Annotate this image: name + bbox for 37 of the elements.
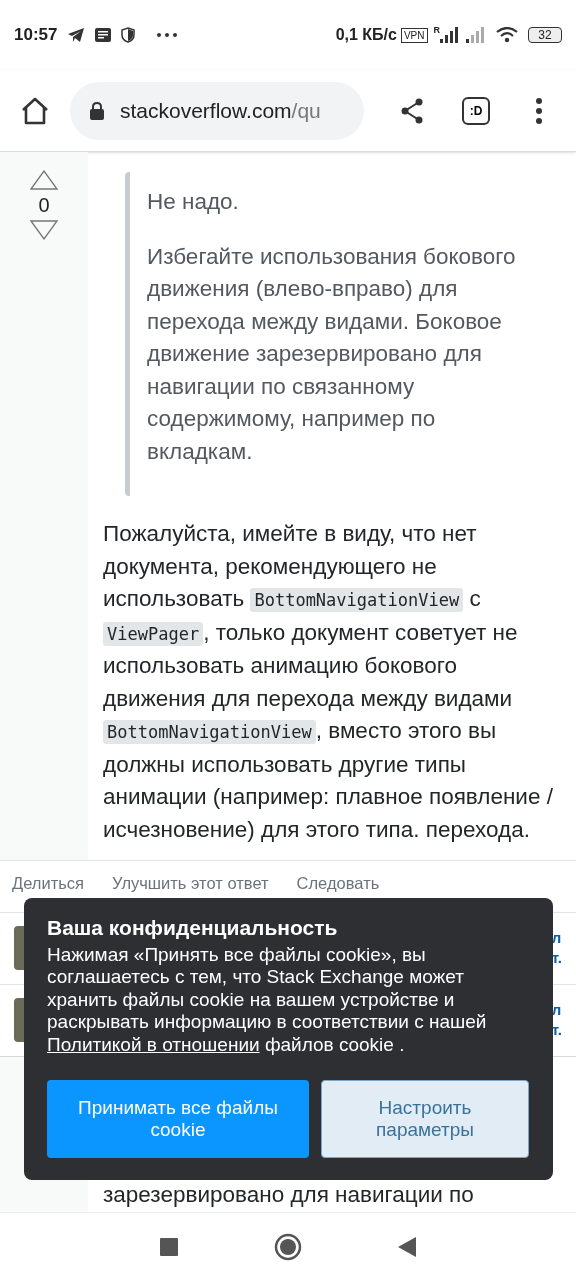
privacy-policy-link[interactable]: Политикой в отношении <box>47 1033 260 1055</box>
network-speed: 0,1 КБ/с <box>335 25 397 45</box>
home-icon[interactable] <box>274 1232 302 1261</box>
answer-text: зарезервировано для навигации по <box>103 1182 474 1208</box>
tab-switcher-button[interactable]: :D <box>462 96 490 125</box>
roaming-label: R <box>433 24 440 37</box>
status-time: 10:57 <box>14 24 58 47</box>
answer-paragraph: Пожалуйста, имейте в виду, что нет документа, рекомендующего не использовать BottomNavigationView с ViewPager , только документ советует не использовать анимацию бокового движения для перехода между видами BottomNavigationView , вместо этого вы должны использовать другие типы анимации (например: плавное появление / исчезновение) для этого типа. перехода. <box>103 520 554 844</box>
share-icon[interactable] <box>400 97 424 124</box>
dialog-title: Ваша конфиденциальность <box>47 914 339 941</box>
home-icon[interactable] <box>20 96 50 125</box>
quote-text: Не надо. <box>147 188 240 216</box>
back-icon[interactable] <box>398 1236 416 1257</box>
url-field[interactable]: stackoverflow.com/qu <box>70 81 364 140</box>
battery-indicator: 32 <box>528 27 562 43</box>
wifi-icon <box>496 27 518 43</box>
post-action-link[interactable]: Улучшить этот ответ <box>112 871 269 896</box>
post-action-link[interactable]: Следовать <box>296 871 380 896</box>
signal-icon <box>440 27 458 43</box>
menu-icon[interactable] <box>536 97 542 124</box>
shield-icon <box>121 27 136 43</box>
lock-icon <box>90 101 104 120</box>
message-icon <box>95 28 112 42</box>
comment-fragment: т. <box>551 948 562 969</box>
upvote-icon[interactable] <box>30 170 58 190</box>
comment-fragment: т. <box>551 1020 562 1041</box>
vpn-badge: VPN <box>400 27 428 43</box>
quote-text: Избегайте использования бокового движения (влево-вправо) для перехода между видами. Боковое движение зарезервировано для навигации по связанному содержимому, например по вкладкам. <box>147 242 517 466</box>
dialog-body: Нажимая «Принять все файлы cookie», вы соглашаетесь с тем, что Stack Exchange может хранить файлы cookie на вашем устройстве и раскрывать информацию в соответствии с нашей Политикой в отношении файлов cookie . <box>47 943 488 1056</box>
post-action-link[interactable]: Делиться <box>12 871 84 896</box>
downvote-icon[interactable] <box>30 220 58 240</box>
customize-settings-button[interactable]: Настроить параметры <box>321 1080 529 1158</box>
accept-cookies-button[interactable]: Принимать все файлы cookie <box>47 1080 309 1158</box>
vote-count: 0 <box>38 193 50 218</box>
signal-icon <box>466 27 486 43</box>
recents-icon[interactable] <box>160 1237 178 1256</box>
more-icon <box>157 33 178 37</box>
